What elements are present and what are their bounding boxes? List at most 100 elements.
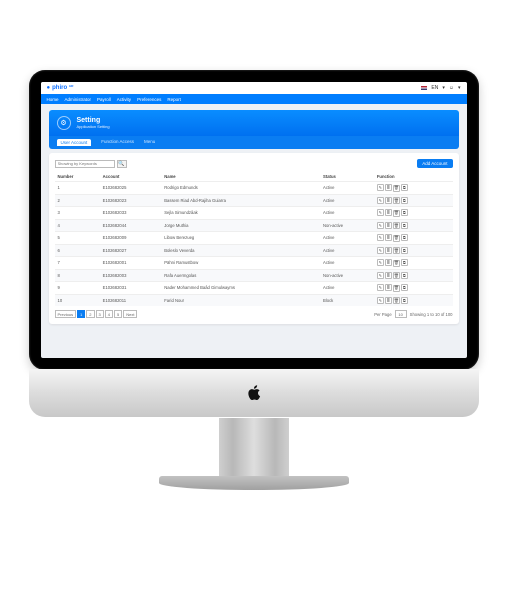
edit-icon[interactable]: ✎ xyxy=(377,247,384,254)
add-account-button[interactable]: Add Account xyxy=(417,159,452,168)
trash-icon[interactable]: 🗑 xyxy=(393,210,400,217)
search-button[interactable]: 🔍 xyxy=(117,160,127,168)
cell-function: ✎≣🗑⧉ xyxy=(374,182,453,195)
trash-icon[interactable]: 🗑 xyxy=(393,285,400,292)
copy-icon[interactable]: ⧉ xyxy=(401,259,408,266)
table-row[interactable]: 6E102682027Boleslo VeverdaActive✎≣🗑⧉ xyxy=(55,244,453,257)
nav-preferences[interactable]: Preferences xyxy=(137,97,161,102)
monitor-stand-neck xyxy=(219,418,289,478)
edit-icon[interactable]: ✎ xyxy=(377,297,384,304)
copy-icon[interactable]: ⧉ xyxy=(401,272,408,279)
cell-account: E102682027 xyxy=(100,244,162,257)
cell-number: 4 xyxy=(55,219,100,232)
search-input[interactable] xyxy=(55,160,115,168)
table-row[interactable]: 4E102682044Jorge MuthiaNon-active✎≣🗑⧉ xyxy=(55,219,453,232)
cell-function: ✎≣🗑⧉ xyxy=(374,219,453,232)
edit-icon[interactable]: ✎ xyxy=(377,284,384,291)
page-prev[interactable]: Previous xyxy=(55,310,77,318)
nav-activity[interactable]: Activity xyxy=(117,97,131,102)
list-icon[interactable]: ≣ xyxy=(385,184,392,191)
page-5[interactable]: 5 xyxy=(114,310,122,318)
list-icon[interactable]: ≣ xyxy=(385,272,392,279)
perpage: Per Page 10 Showing 1 to 10 of 100 xyxy=(374,310,452,318)
trash-icon[interactable]: 🗑 xyxy=(393,185,400,192)
search-icon: 🔍 xyxy=(118,161,124,167)
th-status[interactable]: Status xyxy=(320,172,374,182)
copy-icon[interactable]: ⧉ xyxy=(401,234,408,241)
page-4[interactable]: 4 xyxy=(105,310,113,318)
cell-account: E102682011 xyxy=(100,294,162,306)
list-icon[interactable]: ≣ xyxy=(385,259,392,266)
trash-icon[interactable]: 🗑 xyxy=(393,235,400,242)
list-icon[interactable]: ≣ xyxy=(385,234,392,241)
edit-icon[interactable]: ✎ xyxy=(377,184,384,191)
cell-status: Active xyxy=(320,182,374,195)
th-function[interactable]: Function xyxy=(374,172,453,182)
page-1[interactable]: 1 xyxy=(77,310,85,318)
copy-icon[interactable]: ⧉ xyxy=(401,184,408,191)
table-row[interactable]: 10E102682011Farid NourBlock✎≣🗑⧉ xyxy=(55,294,453,306)
brand[interactable]: ● phiro HR xyxy=(47,85,74,91)
copy-icon[interactable]: ⧉ xyxy=(401,297,408,304)
nav-payroll[interactable]: Payroll xyxy=(97,97,111,102)
toolbar: 🔍 Add Account xyxy=(55,159,453,168)
table-row[interactable]: 5E102682009Libow BerezuegActive✎≣🗑⧉ xyxy=(55,232,453,245)
perpage-select[interactable]: 10 xyxy=(395,310,407,318)
page-next[interactable]: Next xyxy=(123,310,137,318)
copy-icon[interactable]: ⧉ xyxy=(401,209,408,216)
page-body: ⚙ Setting Application Setting User Accou… xyxy=(41,104,467,330)
page-2[interactable]: 2 xyxy=(86,310,94,318)
cell-number: 3 xyxy=(55,207,100,220)
topbar: ● phiro HR EN ▾ ☺ ▾ xyxy=(41,82,467,94)
nav-home[interactable]: Home xyxy=(47,97,59,102)
cell-name: Bassem Riad Abd-Rajiha Guiarra xyxy=(161,194,320,207)
table-row[interactable]: 9E102682031Nader Mohammed Baâd Gimulwaym… xyxy=(55,282,453,295)
table-row[interactable]: 1E102682025Rodrigo EdmundsActive✎≣🗑⧉ xyxy=(55,182,453,195)
list-icon[interactable]: ≣ xyxy=(385,297,392,304)
monitor-chin xyxy=(29,369,479,417)
th-account[interactable]: Account xyxy=(100,172,162,182)
th-number[interactable]: Number xyxy=(55,172,100,182)
edit-icon[interactable]: ✎ xyxy=(377,222,384,229)
trash-icon[interactable]: 🗑 xyxy=(393,222,400,229)
list-icon[interactable]: ≣ xyxy=(385,247,392,254)
chevron-down-icon[interactable]: ▾ xyxy=(458,85,461,91)
list-icon[interactable]: ≣ xyxy=(385,284,392,291)
edit-icon[interactable]: ✎ xyxy=(377,197,384,204)
page-3[interactable]: 3 xyxy=(96,310,104,318)
trash-icon[interactable]: 🗑 xyxy=(393,247,400,254)
edit-icon[interactable]: ✎ xyxy=(377,272,384,279)
trash-icon[interactable]: 🗑 xyxy=(393,272,400,279)
flag-icon[interactable] xyxy=(421,86,427,90)
trash-icon[interactable]: 🗑 xyxy=(393,260,400,267)
trash-icon[interactable]: 🗑 xyxy=(393,297,400,304)
page-subtitle: Application Setting xyxy=(77,124,110,129)
copy-icon[interactable]: ⧉ xyxy=(401,222,408,229)
chevron-down-icon[interactable]: ▾ xyxy=(442,85,445,91)
copy-icon[interactable]: ⧉ xyxy=(401,284,408,291)
list-icon[interactable]: ≣ xyxy=(385,222,392,229)
cell-name: Nader Mohammed Baâd Gimulwayms xyxy=(161,282,320,295)
table-row[interactable]: 2E102682023Bassem Riad Abd-Rajiha Guiarr… xyxy=(55,194,453,207)
edit-icon[interactable]: ✎ xyxy=(377,209,384,216)
nav-report[interactable]: Report xyxy=(167,97,181,102)
cell-function: ✎≣🗑⧉ xyxy=(374,257,453,270)
copy-icon[interactable]: ⧉ xyxy=(401,197,408,204)
list-icon[interactable]: ≣ xyxy=(385,197,392,204)
nav-administrator[interactable]: Administrator xyxy=(65,97,92,102)
content-card: 🔍 Add Account Number Account Name Status xyxy=(49,153,459,324)
user-icon[interactable]: ☺ xyxy=(449,85,454,91)
edit-icon[interactable]: ✎ xyxy=(377,259,384,266)
trash-icon[interactable]: 🗑 xyxy=(393,197,400,204)
edit-icon[interactable]: ✎ xyxy=(377,234,384,241)
tab-user-account[interactable]: User Account xyxy=(57,139,92,146)
table-row[interactable]: 7E102682001Pähni RamustbowActive✎≣🗑⧉ xyxy=(55,257,453,270)
table-row[interactable]: 3E102682033Sejla SimundzâakActive✎≣🗑⧉ xyxy=(55,207,453,220)
tab-function-access[interactable]: Function Access xyxy=(101,139,134,146)
language-label[interactable]: EN xyxy=(431,85,438,91)
list-icon[interactable]: ≣ xyxy=(385,209,392,216)
table-row[interactable]: 8E102682003Rafa AuermgolasNon-active✎≣🗑⧉ xyxy=(55,269,453,282)
th-name[interactable]: Name xyxy=(161,172,320,182)
tab-menu[interactable]: Menu xyxy=(144,139,155,146)
copy-icon[interactable]: ⧉ xyxy=(401,247,408,254)
